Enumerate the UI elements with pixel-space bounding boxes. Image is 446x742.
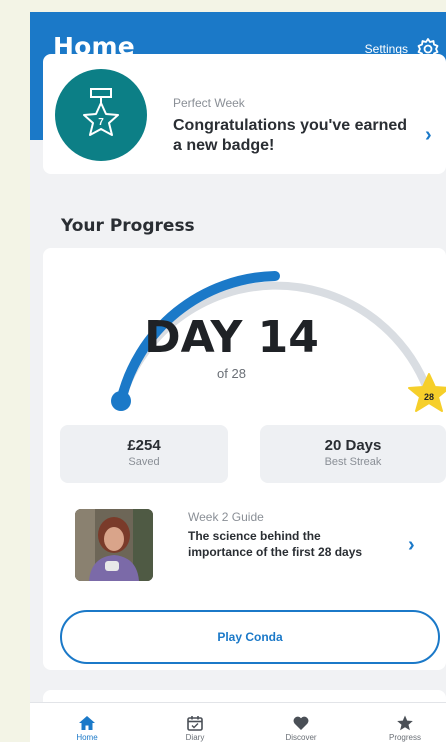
tab-bar: Home Diary Discover Progress — [30, 702, 446, 742]
goal-marker: 28 — [424, 392, 434, 402]
tab-label: Diary — [185, 733, 205, 742]
stat-label: Saved — [128, 456, 160, 468]
home-icon — [79, 716, 95, 730]
tab-label: Discover — [285, 733, 317, 742]
star-medal-icon: 7 — [83, 88, 119, 136]
heart-icon — [293, 716, 309, 730]
calendar-icon — [187, 716, 203, 731]
stat-saved: £254 Saved — [60, 425, 228, 483]
stat-value: £254 — [127, 437, 161, 454]
tab-discover[interactable]: Discover — [256, 703, 346, 742]
stat-label: Best Streak — [324, 456, 382, 468]
tab-label: Home — [76, 733, 98, 742]
day-counter: DAY 14 — [144, 312, 319, 363]
badge-medal: 7 — [55, 69, 147, 161]
app-screen: Home Settings 7 Perfect Week Congratulat… — [30, 12, 446, 742]
guide-thumbnail — [75, 509, 153, 581]
stat-value: 20 Days — [324, 437, 382, 454]
guide-eyebrow: Week 2 Guide — [188, 510, 264, 524]
progress-start-dot — [111, 391, 131, 411]
tab-progress[interactable]: Progress — [360, 703, 446, 742]
day-total: of 28 — [217, 366, 246, 381]
star-icon — [397, 715, 413, 731]
chevron-right-icon: › — [425, 124, 432, 146]
tab-diary[interactable]: Diary — [150, 703, 240, 742]
badge-card[interactable]: 7 Perfect Week Congratulations you've ea… — [43, 54, 446, 174]
badge-message: Congratulations you've earned a new badg… — [173, 117, 408, 154]
play-conda-button[interactable]: Play Conda — [60, 610, 440, 664]
stat-best-streak: 20 Days Best Streak — [260, 425, 446, 483]
tab-label: Progress — [388, 733, 421, 742]
badge-eyebrow: Perfect Week — [173, 96, 245, 110]
badge-number: 7 — [98, 117, 104, 128]
guide-title: The science behind the importance of the… — [188, 529, 363, 559]
section-title: Your Progress — [61, 216, 195, 236]
tab-home[interactable]: Home — [42, 703, 132, 742]
chevron-right-icon: › — [408, 534, 415, 556]
